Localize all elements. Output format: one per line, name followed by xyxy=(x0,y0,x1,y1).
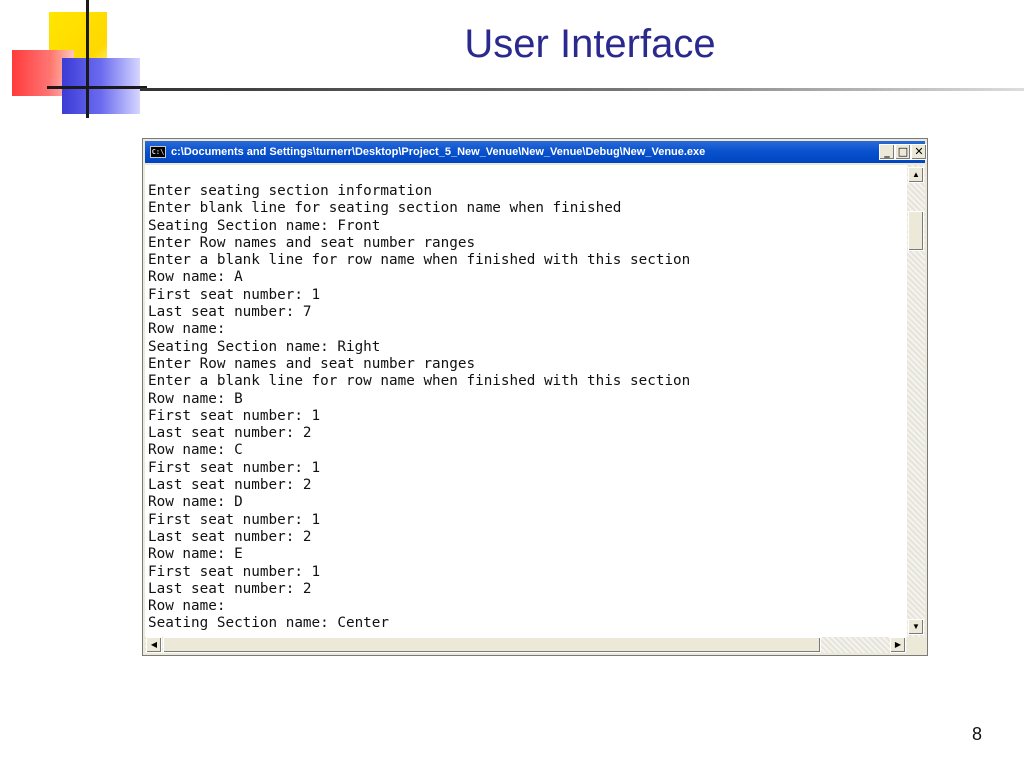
console-line: First seat number: 1 xyxy=(148,511,321,528)
console-line: Enter a blank line for row name when fin… xyxy=(148,373,691,390)
console-line: Last seat number: 2 xyxy=(148,425,312,442)
console-line: Row name: xyxy=(148,598,226,615)
slide-title: User Interface xyxy=(464,22,716,66)
console-line: Enter Row names and seat number ranges xyxy=(148,234,476,251)
console-output-area[interactable]: Enter seating section information Enter … xyxy=(145,165,907,637)
console-text: Enter seating section information Enter … xyxy=(145,165,907,633)
console-window: C:\ c:\Documents and Settings\turnerr\De… xyxy=(142,138,928,656)
vertical-scroll-thumb[interactable] xyxy=(908,211,924,251)
console-line: First seat number: 1 xyxy=(148,407,321,424)
console-line: Row name: A xyxy=(148,269,243,286)
vertical-scrollbar[interactable]: ▲ ▼ xyxy=(907,165,925,637)
scrollbar-corner xyxy=(907,637,925,653)
console-line: Last seat number: 7 xyxy=(148,304,312,321)
console-line: Row name: E xyxy=(148,546,243,563)
console-line: Last seat number: 2 xyxy=(148,477,312,494)
close-button[interactable]: ✕ xyxy=(911,144,927,160)
scroll-up-arrow-icon[interactable]: ▲ xyxy=(908,167,924,183)
console-line: Row name: xyxy=(148,321,226,338)
console-line: Seating Section name: Right xyxy=(148,338,381,355)
console-line: Row name: C xyxy=(148,442,243,459)
console-line: Enter blank line for seating section nam… xyxy=(148,200,622,217)
console-line: Row name: B xyxy=(148,390,243,407)
scroll-left-arrow-icon[interactable]: ◀ xyxy=(146,637,162,653)
window-title-bar[interactable]: C:\ c:\Documents and Settings\turnerr\De… xyxy=(145,141,927,163)
console-line: First seat number: 1 xyxy=(148,286,321,303)
console-line: Enter a blank line for row name when fin… xyxy=(148,252,691,269)
console-line: Seating Section name: Front xyxy=(148,217,381,234)
minimize-button[interactable]: _ xyxy=(879,144,895,160)
window-title: c:\Documents and Settings\turnerr\Deskto… xyxy=(171,146,706,158)
horizontal-scrollbar[interactable]: ◀ ▶ xyxy=(145,637,907,653)
title-divider xyxy=(140,88,1024,91)
console-line: Seating Section name: Center xyxy=(148,615,390,632)
console-line: First seat number: 1 xyxy=(148,459,321,476)
console-line: First seat number: 1 xyxy=(148,563,321,580)
console-app-icon: C:\ xyxy=(150,146,166,158)
scroll-down-arrow-icon[interactable]: ▼ xyxy=(908,619,924,635)
console-line: Row name: D xyxy=(148,494,243,511)
console-line: Enter seating section information xyxy=(148,183,433,199)
slide-logo xyxy=(0,0,150,120)
page-number: 8 xyxy=(972,724,983,744)
horizontal-scroll-thumb[interactable] xyxy=(163,637,821,653)
console-line: Last seat number: 2 xyxy=(148,580,312,597)
maximize-button[interactable]: □ xyxy=(895,144,911,160)
console-line: Last seat number: 2 xyxy=(148,528,312,545)
logo-horizontal-line xyxy=(47,86,147,89)
console-line: Enter Row names and seat number ranges xyxy=(148,355,476,372)
logo-vertical-line xyxy=(86,0,89,118)
scroll-right-arrow-icon[interactable]: ▶ xyxy=(890,637,906,653)
